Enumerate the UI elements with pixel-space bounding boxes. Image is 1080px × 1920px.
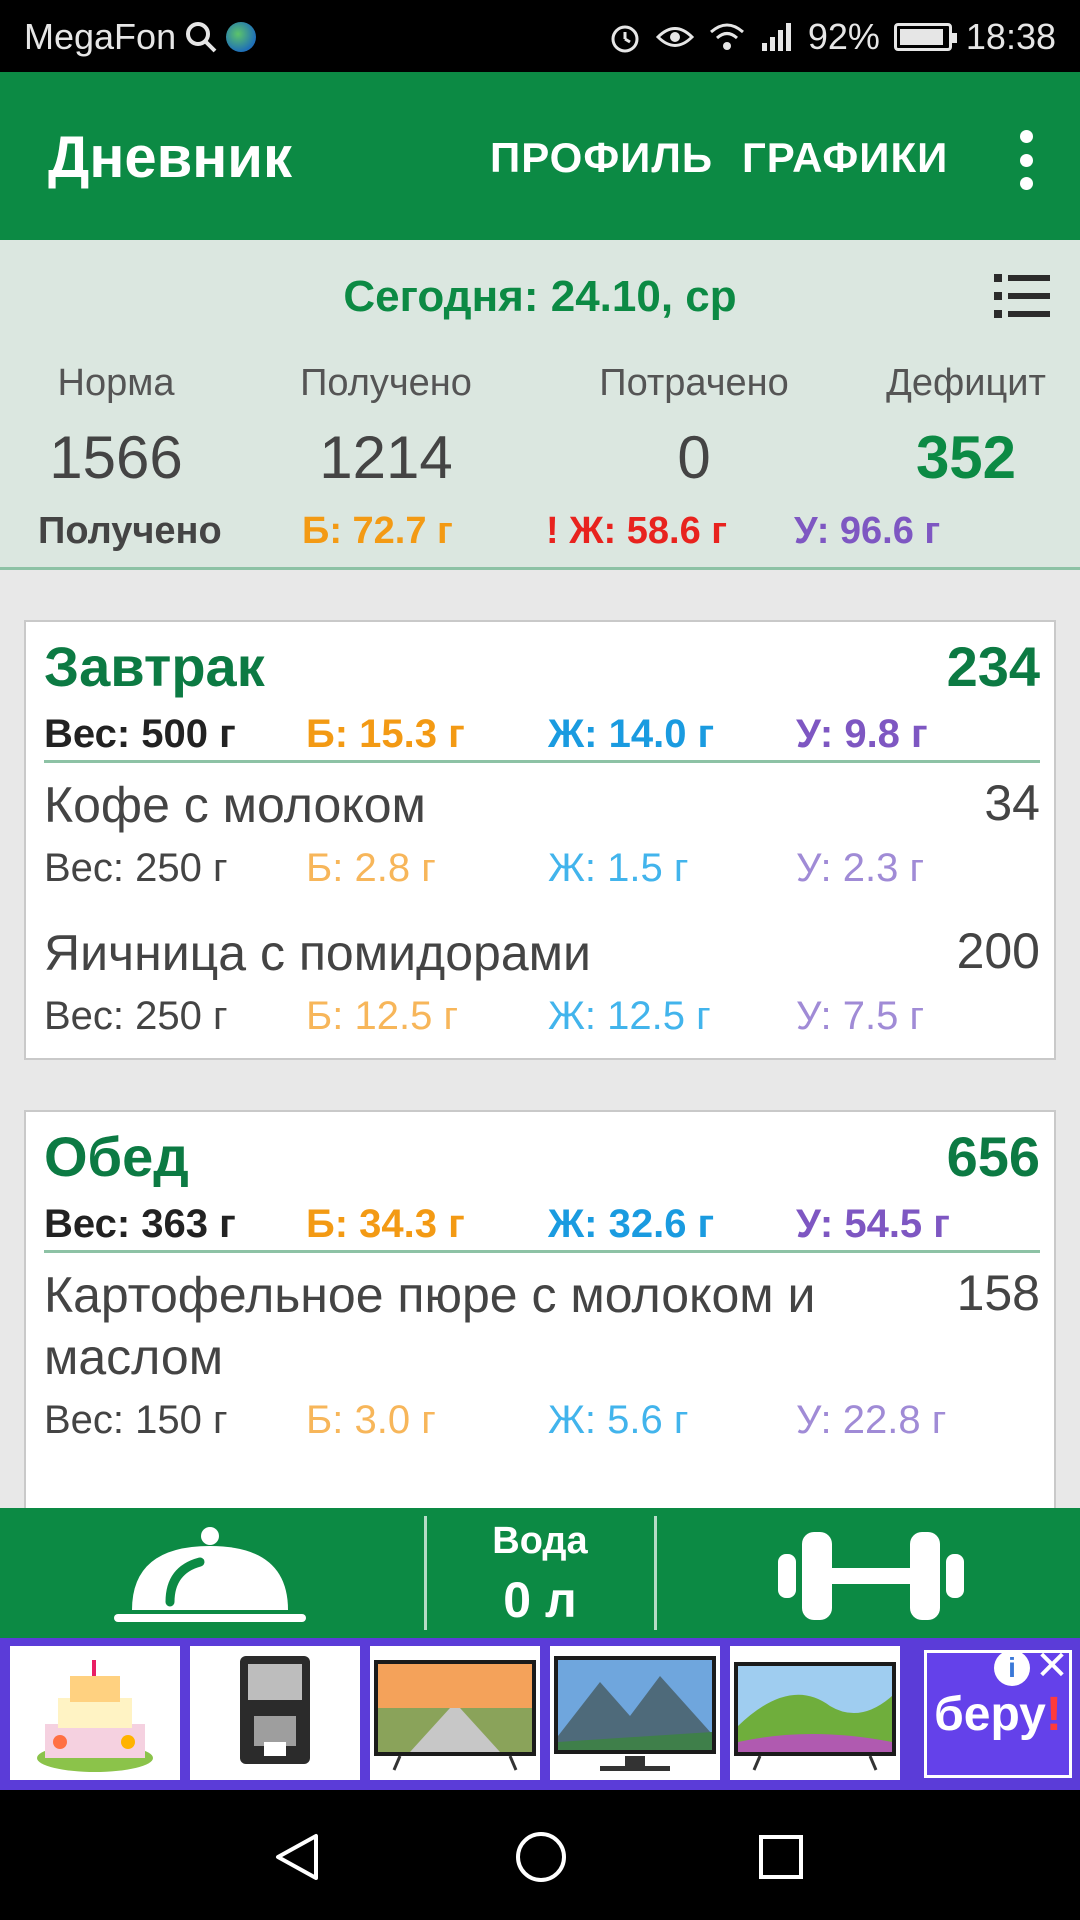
food-fat: Ж: 5.6 г <box>548 1398 689 1442</box>
meal-weight: Вес: 363 г <box>44 1202 236 1246</box>
food-carbs: У: 2.3 г <box>796 846 925 890</box>
deficit-column: Дефицит 352 <box>836 362 1080 492</box>
food-protein: Б: 3.0 г <box>306 1398 436 1442</box>
norm-value: 1566 <box>49 424 183 491</box>
page-title: Дневник <box>48 125 292 190</box>
received-value: 1214 <box>319 424 453 491</box>
divider <box>44 1250 1040 1253</box>
meal-card-breakfast[interactable]: Завтрак 234 Вес: 500 г Б: 15.3 г Ж: 14.0… <box>24 620 1056 1060</box>
food-protein: Б: 12.5 г <box>306 994 459 1038</box>
spent-label: Потрачено <box>599 362 789 404</box>
meal-fat: Ж: 14.0 г <box>548 712 715 756</box>
eye-icon <box>655 22 694 52</box>
received-column: Получено 1214 <box>256 362 516 492</box>
protein-total: Б: 72.7 г <box>302 510 453 552</box>
carbs-total: У: 96.6 г <box>794 510 941 552</box>
food-name: Яичница с помидорами <box>44 925 591 981</box>
water-label: Вода <box>492 1520 588 1562</box>
status-bar: MegaFon 92% 18:38 <box>0 0 1080 72</box>
battery-percent: 92% <box>807 16 880 57</box>
ad-brand-name: беру <box>934 1687 1046 1741</box>
deficit-label: Дефицит <box>886 362 1046 404</box>
coffee-machine-image[interactable] <box>190 1646 360 1780</box>
home-icon[interactable] <box>514 1830 568 1884</box>
carrier-name: MegaFon <box>24 16 177 57</box>
app-bar: Дневник ПРОФИЛЬ ГРАФИКИ <box>0 72 1080 240</box>
water-button[interactable]: Вода 0 л <box>426 1520 654 1629</box>
tv-hills-image[interactable] <box>730 1646 900 1780</box>
meal-weight: Вес: 500 г <box>44 712 236 756</box>
wifi-icon <box>708 21 746 53</box>
battery-icon <box>893 23 957 51</box>
water-value: 0 л <box>503 1572 577 1628</box>
food-fat: Ж: 12.5 г <box>548 994 711 1038</box>
food-kcal: 34 <box>984 775 1040 831</box>
food-item[interactable]: Кофе с молоком 34 Вес: 250 г Б: 2.8 г Ж:… <box>26 764 1054 912</box>
food-carbs: У: 7.5 г <box>796 994 925 1038</box>
food-name: Картофельное пюре с молоком и маслом <box>44 1267 816 1385</box>
food-protein: Б: 2.8 г <box>306 846 436 890</box>
date-label[interactable]: Сегодня: 24.10, ср <box>0 272 1080 322</box>
signal-icon <box>760 21 794 53</box>
received-label: Получено <box>300 362 472 404</box>
meal-name: Обед <box>44 1125 189 1188</box>
food-carbs: У: 22.8 г <box>796 1398 947 1442</box>
profile-button[interactable]: ПРОФИЛЬ <box>490 134 713 182</box>
meal-header[interactable]: Завтрак 234 Вес: 500 г Б: 15.3 г Ж: 14.0… <box>26 622 1054 764</box>
food-weight: Вес: 250 г <box>44 846 228 890</box>
spent-column: Потрачено 0 <box>564 362 824 492</box>
food-kcal: 158 <box>956 1265 1040 1321</box>
recents-icon[interactable] <box>758 1834 804 1880</box>
globe-icon <box>226 22 257 52</box>
meal-protein: Б: 15.3 г <box>306 712 465 756</box>
back-icon[interactable] <box>272 1832 322 1882</box>
spent-value: 0 <box>677 424 711 491</box>
food-fat: Ж: 1.5 г <box>548 846 689 890</box>
ad-info-icon[interactable]: i <box>994 1650 1030 1686</box>
norm-column: Норма 1566 <box>0 362 246 492</box>
meal-name: Завтрак <box>44 635 265 698</box>
meal-card-lunch[interactable]: Обед 656 Вес: 363 г Б: 34.3 г Ж: 32.6 г … <box>24 1110 1056 1530</box>
food-name: Кофе с молоком <box>44 777 426 833</box>
list-icon[interactable] <box>994 274 1050 318</box>
dumbbell-icon[interactable] <box>776 1526 966 1626</box>
food-weight: Вес: 150 г <box>44 1398 228 1442</box>
daily-summary: Сегодня: 24.10, ср Норма 1566 Получено 1… <box>0 240 1080 570</box>
charts-button[interactable]: ГРАФИКИ <box>742 134 948 182</box>
fat-total-warning: ! Ж: 58.6 г <box>546 510 728 552</box>
tv-mountains-image[interactable] <box>550 1646 720 1780</box>
alarm-icon <box>608 20 642 54</box>
cake-image[interactable] <box>10 1646 180 1780</box>
meal-kcal: 656 <box>946 1125 1040 1188</box>
bottom-action-bar: Вода 0 л <box>0 1508 1080 1638</box>
meal-carbs: У: 54.5 г <box>796 1202 950 1246</box>
food-kcal: 200 <box>956 923 1040 979</box>
food-weight: Вес: 250 г <box>44 994 228 1038</box>
macros-label: Получено <box>38 510 222 552</box>
meal-protein: Б: 34.3 г <box>306 1202 465 1246</box>
meal-cloche-icon[interactable] <box>110 1520 310 1630</box>
meal-carbs: У: 9.8 г <box>796 712 928 756</box>
meal-fat: Ж: 32.6 г <box>548 1202 715 1246</box>
deficit-value: 352 <box>915 424 1017 491</box>
search-icon <box>184 20 218 54</box>
tv-road-image[interactable] <box>370 1646 540 1780</box>
meal-kcal: 234 <box>946 635 1040 698</box>
overflow-menu-icon[interactable] <box>1006 130 1046 190</box>
clock: 18:38 <box>965 16 1056 57</box>
divider <box>44 760 1040 763</box>
food-item[interactable]: Картофельное пюре с молоком и маслом 158… <box>26 1254 1054 1454</box>
system-nav-bar <box>0 1790 1080 1920</box>
meal-header[interactable]: Обед 656 Вес: 363 г Б: 34.3 г Ж: 32.6 г … <box>26 1112 1054 1254</box>
norm-label: Норма <box>57 362 175 404</box>
food-item[interactable]: Яичница с помидорами 200 Вес: 250 г Б: 1… <box>26 912 1054 1060</box>
ad-banner[interactable]: беру! i ✕ <box>0 1638 1080 1790</box>
ad-close-icon[interactable]: ✕ <box>1032 1646 1072 1686</box>
ad-brand-mark: ! <box>1045 1687 1062 1741</box>
separator <box>654 1516 657 1630</box>
